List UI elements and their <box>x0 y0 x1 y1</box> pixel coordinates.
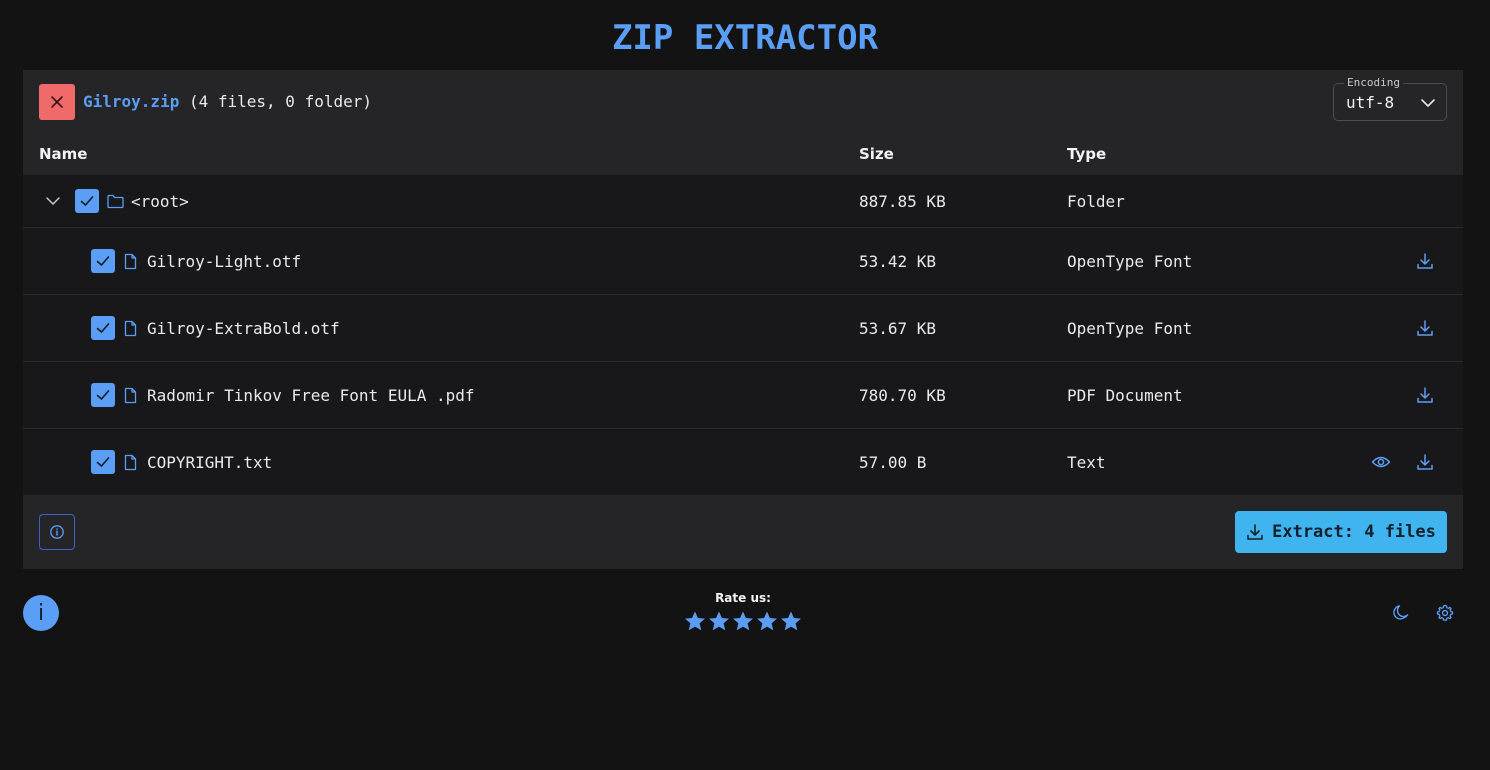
table-row-root: <root> 887.85 KB Folder <box>23 175 1463 228</box>
archive-info: Gilroy.zip (4 files, 0 folder) <box>83 92 372 111</box>
file-icon <box>123 386 137 404</box>
file-type: OpenType Font <box>1067 319 1193 338</box>
app-title: ZIP EXTRACTOR <box>611 18 879 58</box>
check-icon <box>96 323 110 333</box>
extract-button-label: Extract: 4 files <box>1272 522 1436 542</box>
expand-chevron-icon[interactable] <box>44 192 62 210</box>
check-icon <box>96 457 110 467</box>
root-size: 887.85 KB <box>859 192 946 211</box>
eye-icon[interactable] <box>1371 452 1391 472</box>
about-fab-button[interactable]: i <box>23 595 59 631</box>
column-type[interactable]: Type <box>1067 145 1106 163</box>
file-name: COPYRIGHT.txt <box>147 453 273 472</box>
star-icon[interactable] <box>755 610 779 632</box>
moon-icon[interactable] <box>1391 603 1411 623</box>
download-icon <box>1247 524 1263 540</box>
check-icon <box>96 256 110 266</box>
root-checkbox[interactable] <box>75 189 99 213</box>
file-name: Radomir Tinkov Free Font EULA .pdf <box>147 386 475 405</box>
file-icon <box>123 252 137 270</box>
star-icon[interactable] <box>731 610 755 632</box>
extract-button[interactable]: Extract: 4 files <box>1235 511 1447 553</box>
archive-name[interactable]: Gilroy.zip <box>83 92 179 111</box>
info-button[interactable] <box>39 514 75 550</box>
download-icon[interactable] <box>1415 318 1435 338</box>
info-icon <box>50 525 64 539</box>
file-type: PDF Document <box>1067 386 1183 405</box>
table-row: Gilroy-Light.otf 53.42 KB OpenType Font <box>23 228 1463 295</box>
check-icon <box>80 196 94 206</box>
table-row: Gilroy-ExtraBold.otf 53.67 KB OpenType F… <box>23 295 1463 362</box>
file-size: 780.70 KB <box>859 386 946 405</box>
file-name: Gilroy-ExtraBold.otf <box>147 319 340 338</box>
file-icon <box>123 453 137 471</box>
table-row: Radomir Tinkov Free Font EULA .pdf 780.7… <box>23 362 1463 429</box>
rating-widget: Rate us: <box>680 591 806 632</box>
chevron-down-icon <box>1421 99 1435 107</box>
gear-icon[interactable] <box>1435 603 1455 623</box>
file-size: 53.67 KB <box>859 319 937 338</box>
panel-footer: Extract: 4 files <box>23 495 1463 569</box>
extractor-panel: Gilroy.zip (4 files, 0 folder) Encoding … <box>23 70 1463 569</box>
close-icon <box>51 96 63 108</box>
star-icon[interactable] <box>683 610 707 632</box>
root-name: <root> <box>131 192 189 211</box>
star-icon[interactable] <box>779 610 803 632</box>
rating-stars <box>680 610 806 632</box>
file-name: Gilroy-Light.otf <box>147 252 302 271</box>
download-icon[interactable] <box>1415 385 1435 405</box>
column-size[interactable]: Size <box>859 145 894 163</box>
root-type: Folder <box>1067 192 1125 211</box>
file-checkbox[interactable] <box>91 316 115 340</box>
file-type: OpenType Font <box>1067 252 1193 271</box>
download-icon[interactable] <box>1415 452 1435 472</box>
file-size: 53.42 KB <box>859 252 937 271</box>
close-archive-button[interactable] <box>39 84 75 120</box>
star-icon[interactable] <box>707 610 731 632</box>
folder-icon <box>106 192 124 210</box>
encoding-select[interactable]: Encoding utf-8 <box>1333 76 1447 121</box>
encoding-label: Encoding <box>1344 76 1403 90</box>
table-row: COPYRIGHT.txt 57.00 B Text <box>23 429 1463 495</box>
file-icon <box>123 319 137 337</box>
file-checkbox[interactable] <box>91 383 115 407</box>
archive-bar: Gilroy.zip (4 files, 0 folder) Encoding … <box>23 70 1463 135</box>
download-icon[interactable] <box>1415 251 1435 271</box>
file-checkbox[interactable] <box>91 450 115 474</box>
check-icon <box>96 390 110 400</box>
file-size: 57.00 B <box>859 453 927 472</box>
encoding-value: utf-8 <box>1346 93 1395 112</box>
file-checkbox[interactable] <box>91 249 115 273</box>
file-type: Text <box>1067 453 1106 472</box>
archive-summary: (4 files, 0 folder) <box>188 92 372 111</box>
file-table-body: <root> 887.85 KB Folder Gilroy-Light.otf… <box>23 175 1463 495</box>
rating-label: Rate us: <box>715 591 771 605</box>
table-header: Name Size Type <box>23 135 1463 175</box>
column-name[interactable]: Name <box>39 145 87 163</box>
